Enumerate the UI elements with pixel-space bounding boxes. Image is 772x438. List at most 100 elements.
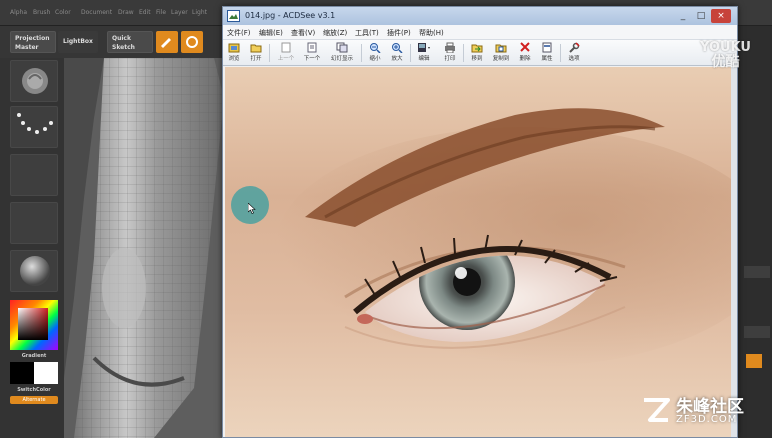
zbrush-menu-item[interactable]: Layer — [171, 9, 188, 16]
options-icon — [569, 42, 580, 53]
youku-en-text: YOUKU — [700, 40, 751, 55]
edit-icon — [418, 43, 430, 52]
browse-icon — [228, 43, 240, 53]
youku-watermark: YOUKU 优酷 — [700, 40, 751, 70]
draw-mode-button[interactable] — [181, 31, 203, 53]
zbrush-left-tray: Gradient SwitchColor Alternate — [0, 58, 64, 438]
previous-icon — [281, 42, 291, 53]
menu-zoom[interactable]: 缩放(Z) — [323, 28, 347, 38]
slideshow-icon — [336, 42, 348, 53]
right-tray-orange-button[interactable] — [746, 354, 762, 368]
copy-to-button[interactable]: 复制到 — [488, 41, 514, 65]
brush-slot[interactable] — [10, 60, 58, 102]
acdsee-titlebar[interactable]: 014.jpg - ACDSee v3.1 _ □ × — [223, 7, 737, 25]
acdsee-app-icon — [227, 10, 240, 22]
eye-photo[interactable] — [225, 67, 731, 437]
toolbar-separator — [269, 44, 270, 62]
edit-mode-button[interactable] — [156, 31, 178, 53]
zoom-in-label: 放大 — [391, 56, 403, 62]
menu-edit[interactable]: 编辑(E) — [259, 28, 283, 38]
alternate-button[interactable]: Alternate — [10, 396, 58, 404]
move-to-label: 移到 — [471, 56, 483, 62]
zbrush-menu-item[interactable]: Brush — [33, 9, 50, 16]
zbrush-viewport[interactable] — [64, 58, 224, 438]
zbrush-toolbar: Projection Master LightBox Quick Sketch — [0, 26, 222, 58]
menu-tools[interactable]: 工具(T) — [355, 28, 379, 38]
print-button[interactable]: 打印 — [439, 41, 461, 65]
menu-view[interactable]: 查看(V) — [291, 28, 315, 38]
edit-icon — [161, 38, 171, 48]
open-label: 打开 — [250, 56, 262, 62]
zoom-in-button[interactable]: 放大 — [386, 41, 408, 65]
draw-icon — [186, 36, 198, 48]
toolbar-separator — [361, 44, 362, 62]
options-label: 选项 — [568, 56, 580, 62]
right-tray-button[interactable] — [744, 266, 770, 278]
nose-mesh-model — [64, 58, 224, 438]
menu-plugins[interactable]: 插件(P) — [387, 28, 411, 38]
zbrush-menu-item[interactable]: Document — [81, 9, 112, 16]
previous-button[interactable]: 上一个 — [273, 41, 299, 65]
minimize-button[interactable]: _ — [675, 9, 691, 23]
right-tray-button[interactable] — [744, 326, 770, 338]
toolbar-separator — [410, 44, 411, 62]
delete-icon — [520, 42, 530, 52]
lightbox-button[interactable]: LightBox — [58, 31, 98, 53]
previous-label: 上一个 — [277, 56, 295, 62]
color-picker[interactable] — [10, 300, 58, 350]
next-icon — [307, 42, 317, 53]
quick-sketch-button[interactable]: Quick Sketch — [107, 31, 153, 53]
zbrush-menu-item[interactable]: File — [156, 9, 166, 16]
zbrush-menu-item[interactable]: Alpha — [10, 9, 27, 16]
delete-button[interactable]: 删除 — [514, 41, 536, 65]
menu-help[interactable]: 帮助(H) — [419, 28, 444, 38]
browse-button[interactable]: 浏览 — [223, 41, 245, 65]
move-to-button[interactable]: 移到 — [466, 41, 488, 65]
menu-file[interactable]: 文件(F) — [227, 28, 251, 38]
next-button[interactable]: 下一个 — [299, 41, 325, 65]
properties-label: 属性 — [541, 56, 553, 62]
dots-stroke-icon — [17, 113, 53, 134]
properties-icon — [542, 42, 552, 53]
print-icon — [445, 42, 455, 53]
properties-button[interactable]: 属性 — [536, 41, 558, 65]
zbrush-menu-item[interactable]: Edit — [139, 9, 151, 16]
mouse-cursor-icon — [248, 203, 256, 214]
zbrush-menu-item[interactable]: Draw — [118, 9, 134, 16]
window-title: 014.jpg - ACDSee v3.1 — [245, 11, 336, 20]
edit-button[interactable]: 编辑 — [413, 41, 435, 65]
secondary-color-swatch[interactable] — [34, 362, 58, 384]
zbrush-menu-item[interactable]: Light — [192, 9, 207, 16]
acdsee-menubar: 文件(F) 编辑(E) 查看(V) 缩放(Z) 工具(T) 插件(P) 帮助(H… — [223, 25, 737, 40]
projection-master-button[interactable]: Projection Master — [10, 31, 56, 53]
zf3d-domain-text: ZF3D.COM — [676, 414, 738, 425]
next-label: 下一个 — [303, 56, 321, 62]
texture-slot[interactable] — [10, 202, 58, 244]
maximize-button[interactable]: □ — [693, 9, 709, 23]
stroke-slot[interactable] — [10, 106, 58, 148]
acdsee-toolbar: 浏览 打开 上一个 下一个 幻灯显示 缩小 放大 编辑 打印 移到 复制到 删除… — [223, 40, 737, 66]
vertical-scrollbar[interactable] — [731, 67, 737, 437]
zoom-out-icon — [370, 43, 381, 53]
material-slot[interactable] — [10, 250, 58, 292]
zoom-out-button[interactable]: 缩小 — [364, 41, 386, 65]
toolbar-separator — [560, 44, 561, 62]
zf3d-logo-icon — [644, 398, 670, 422]
slideshow-button[interactable]: 幻灯显示 — [327, 41, 357, 65]
color-picker-square[interactable] — [18, 308, 48, 340]
gradient-label: Gradient — [21, 353, 47, 359]
material-sphere-icon — [20, 256, 50, 286]
alpha-slot[interactable] — [10, 154, 58, 196]
slideshow-label: 幻灯显示 — [330, 56, 353, 62]
close-button[interactable]: × — [711, 9, 731, 23]
edit-label: 编辑 — [418, 56, 430, 62]
open-button[interactable]: 打开 — [245, 41, 267, 65]
eye-photo-render — [225, 67, 731, 437]
zbrush-menu-item[interactable]: Color — [55, 9, 71, 16]
print-label: 打印 — [444, 56, 456, 62]
primary-color-swatch[interactable] — [10, 362, 34, 384]
acdsee-window: 014.jpg - ACDSee v3.1 _ □ × 文件(F) 编辑(E) … — [222, 6, 738, 438]
copy-to-label: 复制到 — [492, 56, 510, 62]
options-button[interactable]: 选项 — [563, 41, 585, 65]
switchcolor-label[interactable]: SwitchColor — [10, 387, 58, 393]
